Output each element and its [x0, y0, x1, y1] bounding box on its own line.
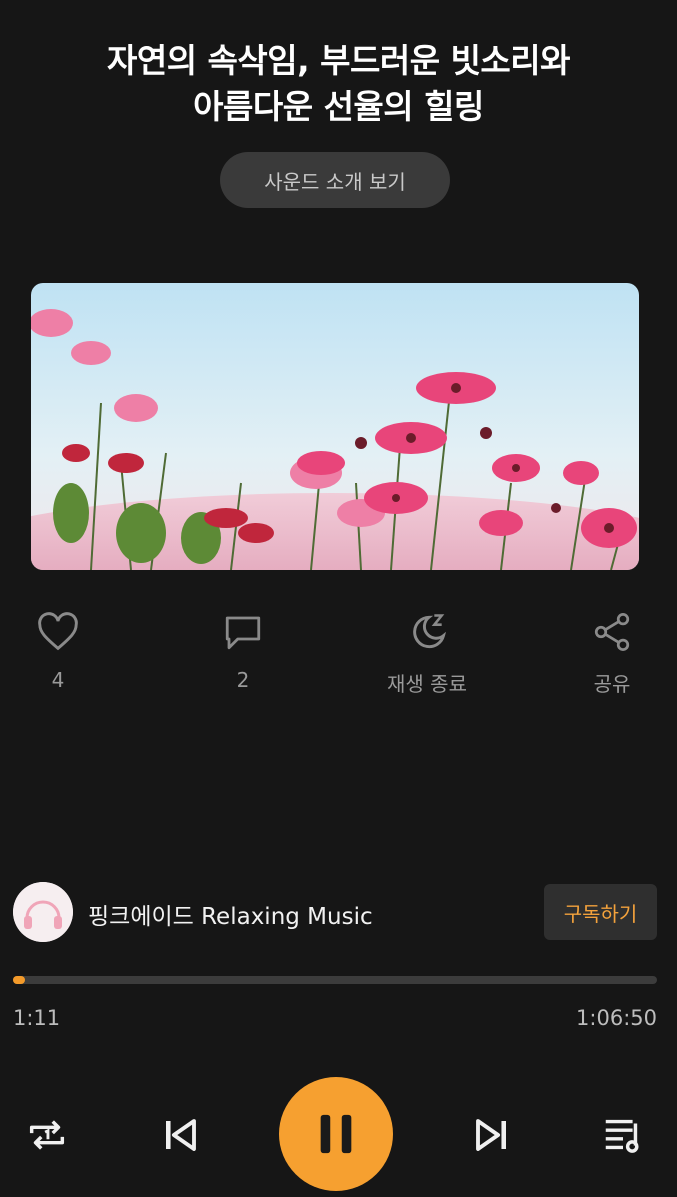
subscribe-button[interactable]: 구독하기 — [544, 884, 657, 940]
progress-fill — [13, 976, 25, 984]
pause-icon — [320, 1114, 352, 1154]
like-count: 4 — [51, 668, 65, 692]
skip-next-icon — [476, 1119, 506, 1151]
sleep-label: 재생 종료 — [387, 672, 467, 696]
headphones-logo-icon — [13, 882, 73, 942]
channel-row: 핑크에이드 Relaxing Music 구독하기 — [13, 882, 664, 942]
like-button[interactable]: 4 — [0, 606, 118, 692]
share-label: 공유 — [593, 672, 631, 696]
playlist-button[interactable] — [598, 1110, 648, 1160]
pause-button[interactable] — [279, 1077, 393, 1191]
channel-name[interactable]: 핑크에이드 Relaxing Music — [88, 897, 373, 931]
repeat-button[interactable] — [22, 1110, 72, 1160]
track-title: 자연의 속삭임, 부드러운 빗소리와 아름다운 선율의 힐링 — [0, 38, 677, 130]
share-icon — [552, 606, 672, 658]
playlist-icon — [605, 1119, 639, 1153]
comment-button[interactable]: 2 — [183, 606, 303, 692]
current-time: 1:11 — [13, 1006, 61, 1030]
channel-avatar[interactable] — [13, 882, 73, 942]
previous-button[interactable] — [155, 1110, 205, 1160]
moon-sleep-icon — [367, 606, 487, 658]
heart-icon — [0, 606, 118, 658]
comment-icon — [183, 606, 303, 658]
total-time: 1:06:50 — [576, 1006, 657, 1030]
comment-count: 2 — [236, 668, 250, 692]
cover-image — [31, 283, 639, 570]
track-title-line1: 자연의 속삭임, 부드러운 빗소리와 — [106, 41, 571, 80]
share-button[interactable]: 공유 — [552, 606, 672, 697]
progress-bar[interactable] — [13, 976, 657, 984]
sleep-timer-button[interactable]: 재생 종료 — [367, 606, 487, 697]
sound-intro-button[interactable]: 사운드 소개 보기 — [220, 152, 450, 208]
repeat-one-icon — [29, 1120, 65, 1150]
next-button[interactable] — [467, 1110, 517, 1160]
skip-previous-icon — [166, 1119, 196, 1151]
action-bar: 4 2 재생 종료 공유 — [0, 606, 677, 706]
track-title-line2: 아름다운 선율의 힐링 — [193, 87, 484, 126]
